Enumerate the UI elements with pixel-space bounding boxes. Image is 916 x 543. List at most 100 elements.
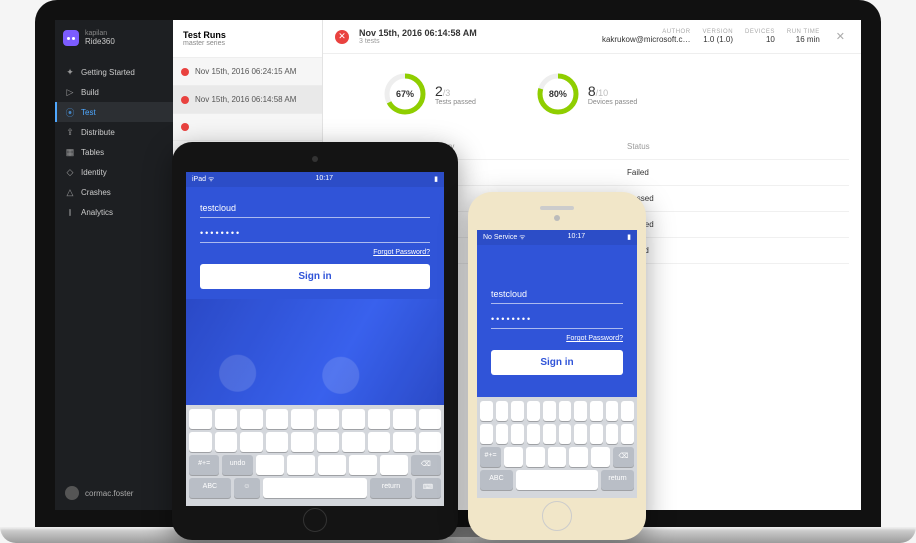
key-return[interactable]: return: [601, 470, 634, 490]
key[interactable]: !: [569, 447, 588, 467]
key[interactable]: -: [480, 424, 493, 444]
key[interactable]: 9: [393, 409, 416, 429]
key[interactable]: @: [606, 424, 619, 444]
key[interactable]: &: [590, 424, 603, 444]
key[interactable]: ': [380, 455, 408, 475]
key[interactable]: ;: [266, 432, 289, 452]
sidebar-item-identity[interactable]: ◇Identity: [55, 162, 173, 182]
signin-button[interactable]: Sign in: [200, 264, 430, 289]
key-abc[interactable]: ABC: [189, 478, 231, 498]
key[interactable]: ": [419, 432, 442, 452]
close-button[interactable]: ✕: [832, 30, 849, 43]
key-backspace[interactable]: ⌫: [411, 455, 441, 475]
key-hide-keyboard-icon[interactable]: ⌨: [415, 478, 441, 498]
nav-label: Tables: [81, 148, 104, 157]
key-return[interactable]: return: [370, 478, 412, 498]
sidebar-item-getting-started[interactable]: ✦Getting Started: [55, 62, 173, 82]
sidebar-item-build[interactable]: ▷Build: [55, 82, 173, 102]
key[interactable]: 1: [189, 409, 212, 429]
key[interactable]: 6: [559, 401, 572, 421]
key-undo[interactable]: undo: [222, 455, 252, 475]
phone-screen: No Service ᯤ 10:17 ▮ testcloud •••••••• …: [477, 230, 637, 498]
signin-button[interactable]: Sign in: [491, 350, 623, 375]
key[interactable]: $: [574, 424, 587, 444]
key-symbols[interactable]: #+=: [189, 455, 219, 475]
statusbar-time: 10:17: [315, 175, 333, 184]
user-avatar-icon: [65, 486, 79, 500]
key-backspace[interactable]: ⌫: [613, 447, 634, 467]
key-space[interactable]: space: [516, 470, 598, 490]
key[interactable]: ?: [548, 447, 567, 467]
username-field[interactable]: testcloud: [491, 285, 623, 304]
key[interactable]: 9: [606, 401, 619, 421]
password-field[interactable]: ••••••••: [491, 310, 623, 329]
key[interactable]: ': [591, 447, 610, 467]
run-item[interactable]: [173, 114, 322, 141]
sidebar-item-analytics[interactable]: ⫾Analytics: [55, 202, 173, 222]
keyboard[interactable]: 1234567890 -/:;()$&@" #+= .,?!' ⌫ ABC sp…: [477, 397, 637, 498]
key[interactable]: 3: [240, 409, 263, 429]
key[interactable]: ;: [527, 424, 540, 444]
forgot-password-link[interactable]: Forgot Password?: [200, 249, 430, 256]
key[interactable]: 3: [511, 401, 524, 421]
detail-title: Nov 15th, 2016 06:14:58 AM: [359, 28, 477, 38]
sidebar-item-crashes[interactable]: △Crashes: [55, 182, 173, 202]
key[interactable]: -: [189, 432, 212, 452]
key[interactable]: 0: [621, 401, 634, 421]
key[interactable]: .: [256, 455, 284, 475]
key[interactable]: ,: [526, 447, 545, 467]
run-item[interactable]: Nov 15th, 2016 06:24:15 AM: [173, 58, 322, 86]
key[interactable]: :: [240, 432, 263, 452]
key-emoji-icon[interactable]: ☺: [234, 478, 260, 498]
app-switcher[interactable]: kapilan Ride360: [55, 20, 173, 56]
key-space[interactable]: space: [263, 478, 367, 498]
key[interactable]: 4: [266, 409, 289, 429]
key[interactable]: ): [559, 424, 572, 444]
nav-label: Build: [81, 88, 99, 97]
key[interactable]: 2: [496, 401, 509, 421]
key[interactable]: 8: [368, 409, 391, 429]
key[interactable]: :: [511, 424, 524, 444]
keyboard[interactable]: 1234567890 -/:;()$&@" #+= undo .,?!' ⌫ A…: [186, 405, 444, 506]
statusbar-battery-icon: ▮: [434, 175, 438, 184]
key[interactable]: (: [291, 432, 314, 452]
key[interactable]: &: [368, 432, 391, 452]
key[interactable]: 7: [342, 409, 365, 429]
key-abc[interactable]: ABC: [480, 470, 513, 490]
key[interactable]: ": [621, 424, 634, 444]
sidebar-item-distribute[interactable]: ⇪Distribute: [55, 122, 173, 142]
key[interactable]: 0: [419, 409, 442, 429]
key[interactable]: /: [496, 424, 509, 444]
nav-label: Distribute: [81, 128, 115, 137]
key[interactable]: @: [393, 432, 416, 452]
nav-icon: ⦿: [65, 107, 75, 117]
status-fail-icon: ✕: [335, 30, 349, 44]
username-field[interactable]: testcloud: [200, 199, 430, 218]
key-symbols[interactable]: #+=: [480, 447, 501, 467]
key[interactable]: 1: [480, 401, 493, 421]
key[interactable]: 8: [590, 401, 603, 421]
forgot-password-link[interactable]: Forgot Password?: [491, 335, 623, 342]
key[interactable]: ): [317, 432, 340, 452]
key[interactable]: 5: [543, 401, 556, 421]
gauge-devices-of: /10: [596, 88, 609, 98]
key[interactable]: .: [504, 447, 523, 467]
key[interactable]: 7: [574, 401, 587, 421]
key[interactable]: !: [349, 455, 377, 475]
sidebar-item-test[interactable]: ⦿Test: [55, 102, 173, 122]
key[interactable]: (: [543, 424, 556, 444]
key[interactable]: 2: [215, 409, 238, 429]
key[interactable]: ,: [287, 455, 315, 475]
key[interactable]: 4: [527, 401, 540, 421]
run-item[interactable]: Nov 15th, 2016 06:14:58 AM: [173, 86, 322, 114]
key[interactable]: $: [342, 432, 365, 452]
password-field[interactable]: ••••••••: [200, 224, 430, 243]
key[interactable]: 6: [317, 409, 340, 429]
nav-icon: ◇: [65, 167, 75, 177]
key[interactable]: ?: [318, 455, 346, 475]
key[interactable]: 5: [291, 409, 314, 429]
user-row[interactable]: cormac.foster: [55, 476, 173, 510]
runs-title: Test Runs: [183, 30, 312, 40]
sidebar-item-tables[interactable]: ▦Tables: [55, 142, 173, 162]
key[interactable]: /: [215, 432, 238, 452]
